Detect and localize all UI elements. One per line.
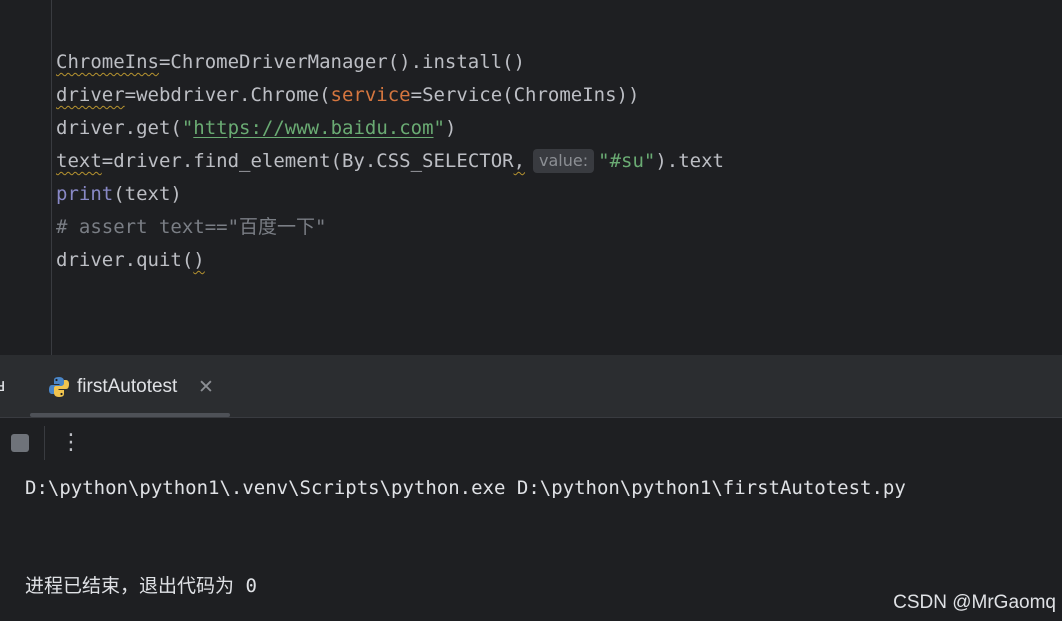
code-token: (text) (113, 183, 182, 205)
code-comment: # assert text=="百度一下" (56, 216, 327, 238)
code-line-4[interactable]: text=driver.find_element(By.CSS_SELECTOR… (56, 147, 724, 175)
code-token-url[interactable]: https://www.baidu.com (193, 117, 433, 139)
code-token: ChromeIns (56, 51, 159, 73)
console-command-line: D:\python\python1\.venv\Scripts\python.e… (25, 477, 906, 499)
close-icon[interactable]: ✕ (198, 374, 214, 400)
code-line-3[interactable]: driver.get("https://www.baidu.com") (56, 114, 456, 142)
code-line-1[interactable]: ChromeIns=ChromeDriverManager().install(… (56, 48, 525, 76)
code-token-string: " (433, 117, 445, 139)
code-token: =Service(ChromeIns)) (410, 84, 640, 106)
code-token: driver.quit( (56, 249, 194, 271)
parameter-hint: value: (533, 149, 595, 173)
code-token-string: " (181, 117, 194, 139)
run-tool-window: ⅎ firstAutotest ✕ ⋮ D:\python\python1\.v… (0, 355, 1062, 621)
code-line-6[interactable]: # assert text=="百度一下" (56, 213, 326, 241)
code-token: ).text (655, 150, 724, 172)
code-token: =ChromeDriverManager().install() (158, 51, 525, 73)
console-exit-message: 进程已结束，退出代码为 0 (25, 575, 257, 597)
code-line-2[interactable]: driver=webdriver.Chrome(service=Service(… (56, 81, 639, 109)
tab-label: firstAutotest (77, 376, 178, 397)
gutter-divider (51, 0, 52, 355)
stop-icon[interactable] (11, 434, 29, 452)
code-line-5[interactable]: print(text) (56, 180, 182, 208)
code-editor[interactable]: ChromeIns=ChromeDriverManager().install(… (0, 0, 1062, 355)
code-token: =driver.find_element(By.CSS_SELECTOR (101, 150, 514, 172)
code-line-7[interactable]: driver.quit() (56, 246, 205, 274)
code-token: =webdriver.Chrome( (124, 84, 331, 106)
code-token: ) (193, 249, 205, 271)
more-options-icon[interactable]: ⋮ (60, 430, 82, 456)
code-token: ) (444, 117, 457, 139)
tab-bar: ⅎ firstAutotest ✕ (0, 355, 1062, 418)
code-token-string: "#su" (598, 150, 656, 172)
code-token-builtin: print (56, 183, 114, 205)
panel-title-fragment: ⅎ (0, 375, 6, 396)
toolbar-divider (44, 426, 45, 460)
code-token: driver.get( (56, 117, 182, 139)
code-token: , (513, 150, 526, 172)
code-token-param: service (330, 84, 411, 106)
code-token: text (56, 150, 102, 172)
code-token: driver (56, 84, 125, 106)
watermark: CSDN @MrGaomq (893, 592, 1056, 613)
run-toolbar: ⋮ (0, 417, 1062, 470)
tab-firstAutotest[interactable]: firstAutotest ✕ (30, 356, 230, 418)
python-icon (48, 376, 70, 398)
